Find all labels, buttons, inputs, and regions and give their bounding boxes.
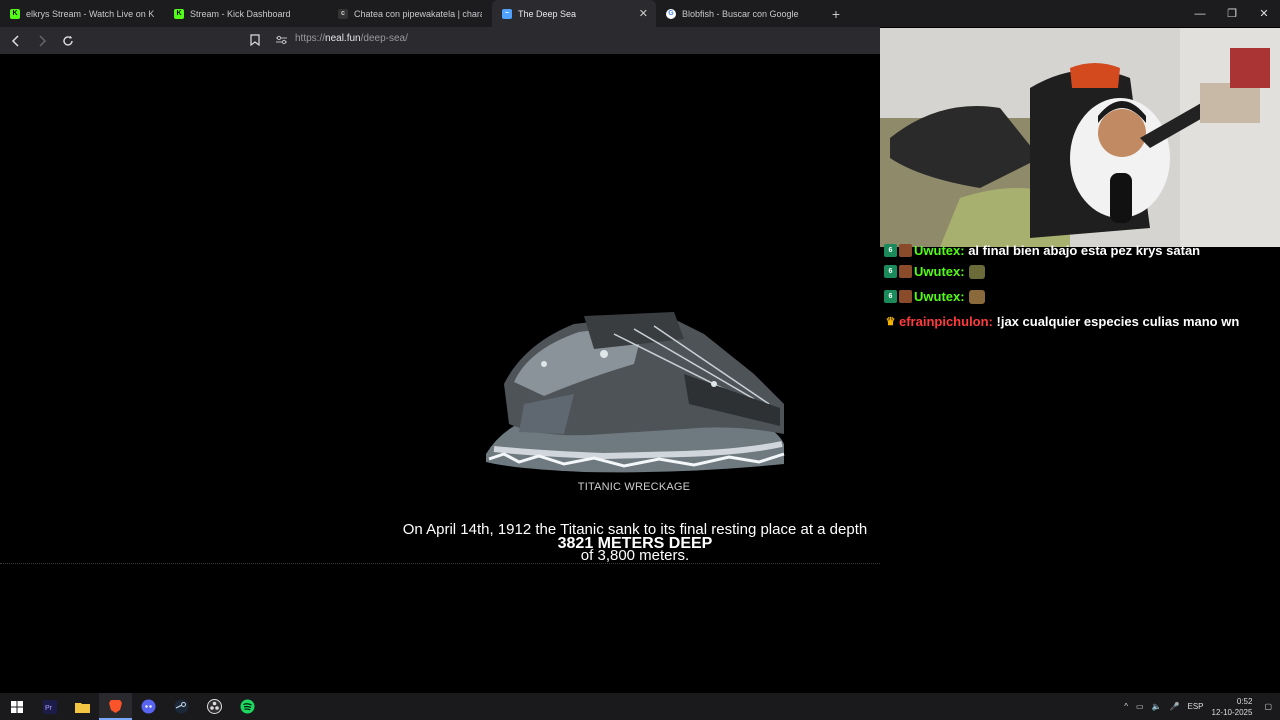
tab-elkrys-stream[interactable]: K elkrys Stream - Watch Live on Kick bbox=[0, 0, 164, 27]
chat-text: !jax cualquier especies culias mano wn bbox=[996, 314, 1240, 329]
tab-blobfish-search[interactable]: G Blobfish - Buscar con Google bbox=[656, 0, 820, 27]
emote-icon bbox=[968, 289, 985, 304]
system-tray: ^ ▭ 🔈 🎤 ESP 0:52 12-10-2025 ▢ bbox=[1124, 693, 1280, 720]
avatar-badge-icon bbox=[899, 265, 912, 278]
url-scheme: https:// bbox=[295, 33, 326, 44]
url-path: /deep-sea/ bbox=[360, 33, 408, 44]
taskbar-premiere[interactable]: Pr bbox=[33, 693, 66, 720]
tab-kick-dashboard[interactable]: K Stream - Kick Dashboard bbox=[164, 0, 328, 27]
subscriber-badge-icon: 6 bbox=[884, 265, 897, 278]
crown-badge-icon: ♛ bbox=[885, 316, 896, 328]
tune-icon bbox=[275, 35, 287, 45]
chat-username[interactable]: Uwutex: bbox=[914, 264, 965, 279]
wave-icon: ~ bbox=[502, 8, 512, 19]
arrow-right-icon bbox=[39, 34, 47, 47]
forward-button[interactable] bbox=[32, 31, 52, 51]
chat-text: al final bien abajo esta pez krys satan bbox=[968, 242, 1201, 258]
tab-title: elkrys Stream - Watch Live on Kick bbox=[26, 8, 154, 19]
new-tab-button[interactable]: + bbox=[824, 0, 848, 27]
kick-icon: K bbox=[10, 8, 20, 19]
tab-title: The Deep Sea bbox=[518, 8, 577, 19]
browser-toolbar: https://neal.fun/deep-sea/ bbox=[0, 27, 880, 54]
tab-character-chat[interactable]: c Chatea con pipewakatela | character bbox=[328, 0, 492, 27]
taskbar-discord[interactable] bbox=[132, 693, 165, 720]
subscriber-badge-icon: 6 bbox=[884, 290, 897, 303]
titanic-wreckage-image bbox=[486, 312, 785, 473]
spotify-icon bbox=[240, 699, 255, 714]
back-button[interactable] bbox=[6, 31, 26, 51]
taskbar-steam[interactable] bbox=[165, 693, 198, 720]
network-icon[interactable]: ▭ bbox=[1136, 702, 1144, 711]
tab-title: Stream - Kick Dashboard bbox=[190, 8, 291, 19]
close-tab-icon[interactable]: ✕ bbox=[639, 7, 648, 20]
taskbar-file-explorer[interactable] bbox=[66, 693, 99, 720]
discord-icon bbox=[141, 699, 156, 714]
depth-marker-line bbox=[0, 563, 880, 564]
premiere-icon: Pr bbox=[42, 699, 57, 714]
deep-sea-page: TITANIC WRECKAGE On April 14th, 1912 the… bbox=[0, 54, 880, 693]
notifications-icon[interactable]: ▢ bbox=[1264, 702, 1272, 711]
url-domain: neal.fun bbox=[325, 33, 361, 44]
language-indicator[interactable]: ESP bbox=[1188, 702, 1204, 711]
address-bar[interactable]: https://neal.fun/deep-sea/ bbox=[295, 33, 408, 44]
avatar-badge-icon bbox=[899, 243, 912, 257]
depth-readout: 3821 METERS DEEP bbox=[557, 535, 713, 552]
bookmark-icon bbox=[250, 34, 260, 46]
chat-message: 6 Uwutex: bbox=[884, 259, 1276, 284]
taskbar-spotify[interactable] bbox=[231, 693, 264, 720]
minimize-button[interactable]: — bbox=[1184, 0, 1216, 27]
tab-title: Chatea con pipewakatela | character bbox=[354, 8, 482, 19]
google-icon: G bbox=[666, 8, 676, 19]
stream-chat-overlay: 6 Uwutex: al final bien abajo esta pez k… bbox=[884, 241, 1276, 334]
chevron-up-icon[interactable]: ^ bbox=[1124, 702, 1128, 711]
bookmark-button[interactable] bbox=[247, 31, 263, 49]
close-window-button[interactable]: ✕ bbox=[1248, 0, 1280, 27]
file-explorer-icon bbox=[75, 702, 90, 713]
subscriber-badge-icon: 6 bbox=[884, 243, 897, 257]
kick-icon: K bbox=[174, 8, 184, 19]
reload-button[interactable] bbox=[58, 31, 78, 51]
brave-icon bbox=[109, 699, 122, 713]
image-caption: TITANIC WRECKAGE bbox=[577, 481, 691, 493]
tab-deep-sea[interactable]: ~ The Deep Sea ✕ bbox=[492, 0, 656, 27]
chat-message: 6 Uwutex: al final bien abajo esta pez k… bbox=[884, 241, 1276, 259]
volume-icon[interactable]: 🔈 bbox=[1152, 702, 1162, 711]
chat-username[interactable]: efrainpichulon: bbox=[899, 314, 993, 329]
reload-icon bbox=[63, 35, 73, 46]
character-ai-icon: c bbox=[338, 8, 348, 19]
tab-strip: K elkrys Stream - Watch Live on Kick K S… bbox=[0, 0, 1280, 27]
taskbar-brave[interactable] bbox=[99, 693, 132, 720]
chat-message: 6 Uwutex: bbox=[884, 284, 1276, 309]
clock-date: 12-10-2025 bbox=[1211, 707, 1253, 717]
clock-time: 0:52 bbox=[1236, 696, 1253, 706]
taskbar: Pr ^ ▭ 🔈 🎤 ESP 0:52 12-10-2025 ▢ bbox=[0, 693, 1280, 720]
clock[interactable]: 0:52 12-10-2025 bbox=[1212, 696, 1253, 718]
microphone-icon[interactable]: 🎤 bbox=[1170, 702, 1180, 711]
tab-title: Blobfish - Buscar con Google bbox=[682, 8, 799, 19]
steam-icon bbox=[174, 699, 189, 714]
restore-button[interactable]: ❐ bbox=[1216, 0, 1248, 27]
chat-message: ♛ efrainpichulon: !jax cualquier especie… bbox=[884, 309, 1276, 334]
window-controls: — ❐ ✕ bbox=[1184, 0, 1280, 27]
webcam-overlay bbox=[880, 28, 1280, 247]
windows-start-button[interactable] bbox=[0, 693, 33, 720]
chat-username[interactable]: Uwutex: bbox=[914, 243, 965, 258]
chat-username[interactable]: Uwutex: bbox=[914, 289, 965, 304]
arrow-left-icon bbox=[11, 34, 19, 47]
taskbar-obs[interactable] bbox=[198, 693, 231, 720]
windows-start-icon bbox=[10, 700, 23, 713]
avatar-badge-icon bbox=[899, 290, 912, 303]
site-info-button[interactable] bbox=[273, 31, 289, 49]
emote-icon bbox=[968, 264, 985, 279]
obs-icon bbox=[207, 699, 222, 714]
svg-text:Pr: Pr bbox=[45, 705, 53, 712]
